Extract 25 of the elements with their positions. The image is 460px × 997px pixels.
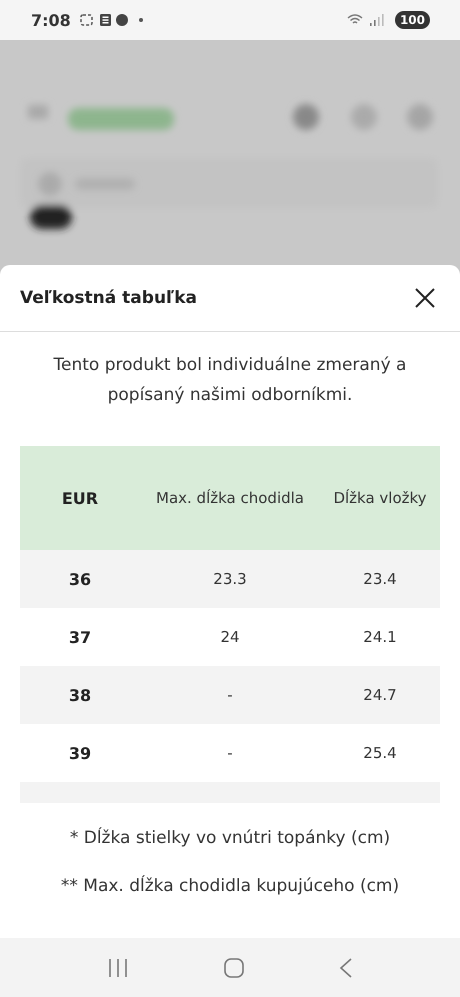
table-cell-text: 23.3	[212, 570, 248, 588]
table-cell-text: 36	[68, 570, 92, 588]
table-cell-text: 38	[68, 686, 92, 704]
table-cell-text: 39	[68, 744, 92, 762]
column-header: Dĺžka vložky	[332, 489, 428, 507]
table-cell-text: 24.7	[362, 686, 398, 704]
table-cell-text: -	[226, 686, 234, 704]
table-cell-text: 37	[68, 628, 92, 646]
footnote: * Dĺžka stielky vo vnútri topánky (cm)	[68, 826, 392, 850]
close-icon	[414, 287, 436, 309]
table-cell-text: 23.4	[362, 570, 398, 588]
table-cell-text: 24	[219, 628, 241, 646]
footnote: ** Max. dĺžka chodidla kupujúceho (cm)	[60, 874, 400, 898]
column-header: EUR	[60, 488, 100, 508]
clock-time: 7:08	[31, 10, 71, 30]
sheet-title: Veľkostná tabuľka	[20, 288, 197, 308]
recent-apps-icon	[107, 958, 129, 978]
table-cell-text: -	[226, 744, 234, 762]
intro-text: Tento produkt bol individuálne zmeraný a popísaný našimi odborníkmi.	[52, 354, 408, 407]
column-header: Max. dĺžka chodidla	[155, 489, 305, 507]
battery-level: 100	[394, 11, 430, 29]
table-cell-text: 25.4	[362, 744, 398, 762]
back-icon	[339, 956, 353, 978]
home-icon	[223, 956, 245, 978]
table-cell-text: 24.1	[362, 628, 398, 646]
